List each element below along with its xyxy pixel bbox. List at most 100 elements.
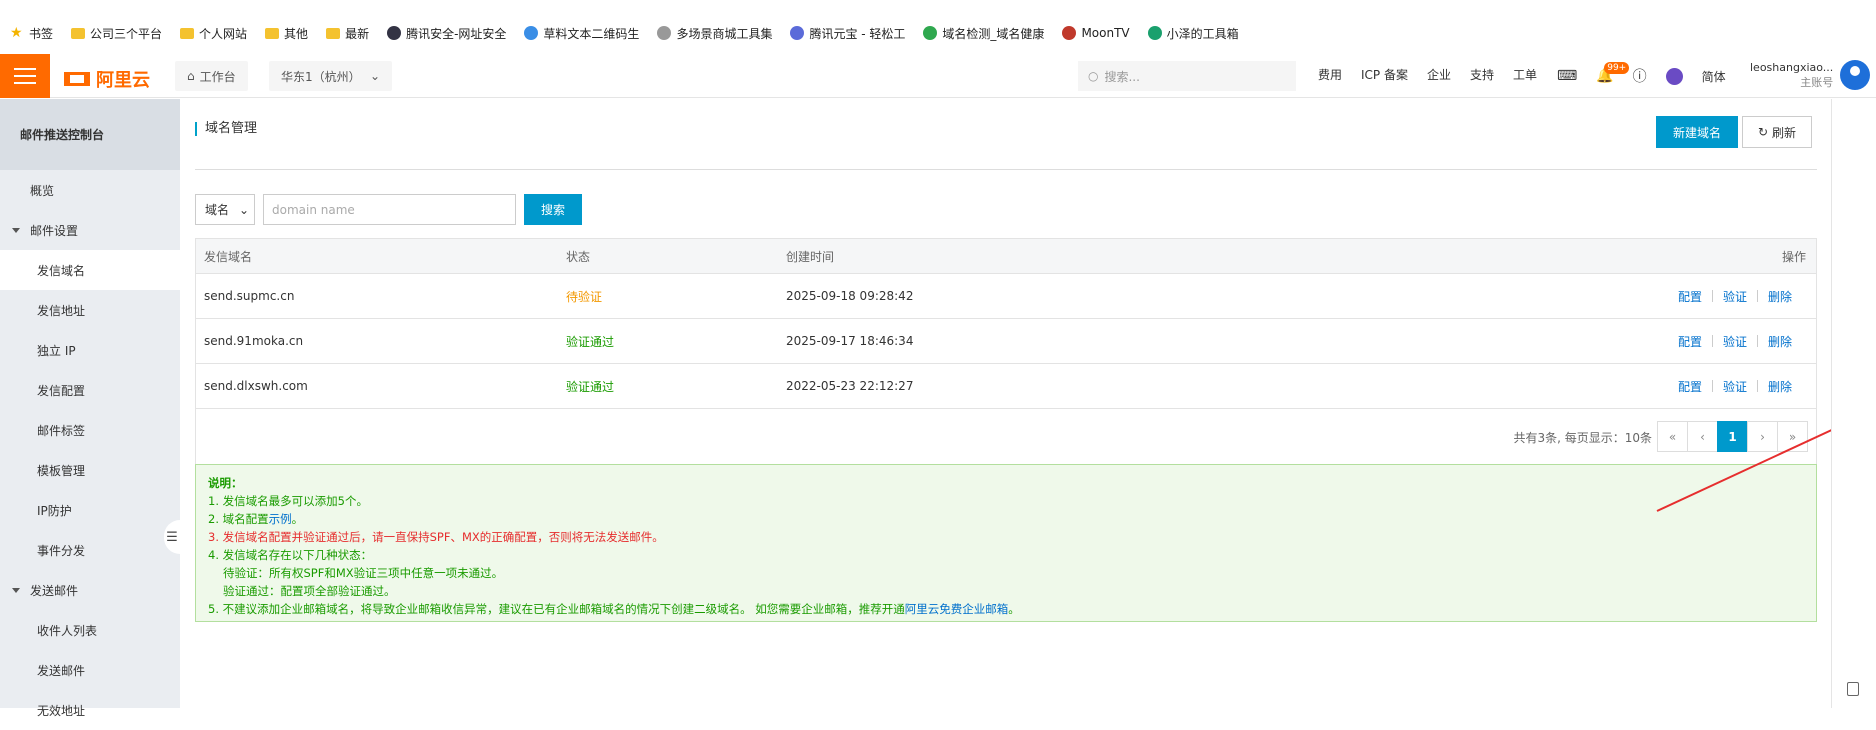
- free-enterprise-mail-link[interactable]: 阿里云免费企业邮箱: [905, 602, 1009, 616]
- notice-line-4a: 待验证：所有权SPF和MX验证三项中任意一项未通过。: [223, 566, 504, 580]
- bell-icon[interactable]: 🔔 99+: [1596, 62, 1630, 84]
- sidebar-item-label: 邮件设置: [30, 223, 79, 238]
- verify-link[interactable]: 验证: [1713, 333, 1757, 350]
- region-label: 华东1（杭州）: [281, 69, 361, 84]
- bookmark-item[interactable]: 多场景商城工具集: [657, 24, 772, 42]
- bookmark-item[interactable]: 腾讯元宝 - 轻松工: [790, 24, 905, 42]
- search-button[interactable]: 搜索: [524, 194, 582, 225]
- bookmark-item[interactable]: 腾讯安全-网址安全: [387, 24, 506, 42]
- sidebar-item[interactable]: 事件分发: [0, 530, 180, 570]
- sidebar-item[interactable]: 发信域名: [0, 250, 180, 290]
- delete-link[interactable]: 删除: [1758, 378, 1802, 395]
- tencent-security-icon: [387, 26, 402, 40]
- sidebar-item[interactable]: 发送邮件: [0, 650, 180, 690]
- filter-select[interactable]: 域名 ⌄: [195, 194, 255, 225]
- sidebar-group[interactable]: 发送邮件: [0, 570, 180, 610]
- bookmark-item[interactable]: 小泽的工具箱: [1147, 24, 1239, 42]
- created-time-cell: 2025-09-17 18:46:34: [786, 334, 914, 348]
- column-header-domain: 发信域名: [204, 249, 253, 264]
- verify-link[interactable]: 验证: [1713, 288, 1757, 305]
- chevron-down-icon: ⌄: [239, 202, 250, 217]
- status-badge: 验证通过: [566, 334, 615, 349]
- bookmark-item[interactable]: 个人网站: [180, 24, 247, 42]
- help-icon[interactable]: ⓘ: [1633, 66, 1647, 86]
- row-actions: 配置 验证 删除: [1286, 288, 1816, 305]
- sidebar-item[interactable]: 模板管理: [0, 450, 180, 490]
- notice-box: 说明： 1. 发信域名最多可以添加5个。 2. 域名配置示例。 3. 发信域名配…: [195, 464, 1817, 622]
- sidebar-item-label: 发信域名: [37, 263, 86, 278]
- table-row: send.supmc.cn 待验证 2025-09-18 09:28:42 配置 验证删…: [196, 274, 1816, 319]
- folder-icon: [180, 27, 195, 39]
- sidebar-item[interactable]: 收件人列表: [0, 610, 180, 650]
- menu-icon[interactable]: [0, 54, 50, 98]
- terminal-icon[interactable]: ⌨: [1557, 68, 1577, 84]
- nav-link[interactable]: 支持: [1470, 66, 1494, 83]
- app-icon[interactable]: [1665, 67, 1683, 85]
- table-row: send.dlxswh.com 验证通过 2022-05-23 22:12:27 配置…: [196, 364, 1816, 409]
- page-button[interactable]: 1: [1717, 421, 1748, 452]
- prev-page-button[interactable]: ‹: [1687, 421, 1718, 452]
- document-icon[interactable]: [1847, 682, 1859, 696]
- configure-link[interactable]: 配置: [1668, 288, 1712, 305]
- sidebar-item[interactable]: 概览: [0, 170, 180, 210]
- nav-link[interactable]: 工单: [1513, 66, 1537, 83]
- domain-cell: send.dlxswh.com: [204, 379, 308, 393]
- bookmark-label: 腾讯安全-网址安全: [406, 26, 507, 41]
- sidebar-item[interactable]: 独立 IP: [0, 330, 180, 370]
- new-domain-button[interactable]: 新建域名: [1656, 116, 1738, 148]
- example-link[interactable]: 示例: [269, 512, 292, 526]
- global-search-input[interactable]: ○ 搜索...: [1078, 61, 1296, 91]
- chevron-down-icon: ⌄: [369, 69, 380, 83]
- moontv-icon: [1062, 26, 1077, 40]
- delete-link[interactable]: 删除: [1758, 288, 1802, 305]
- qrcode-icon: [524, 26, 539, 40]
- bookmark-item[interactable]: ★ 书签: [10, 24, 53, 42]
- configure-link[interactable]: 配置: [1668, 378, 1712, 395]
- workbench-button[interactable]: ⌂ 工作台: [175, 61, 248, 91]
- sidebar-group[interactable]: 邮件设置: [0, 210, 180, 250]
- refresh-button[interactable]: ↻ 刷新: [1742, 116, 1812, 148]
- sidebar-item[interactable]: 无效地址: [0, 690, 180, 730]
- bookmark-item[interactable]: 域名检测_域名健康: [923, 24, 1044, 42]
- nav-link[interactable]: 企业: [1427, 66, 1451, 83]
- next-page-button[interactable]: ›: [1747, 421, 1778, 452]
- row-actions: 配置 验证 删除: [1286, 378, 1816, 395]
- sidebar-item[interactable]: 发信地址: [0, 290, 180, 330]
- domain-cell: send.91moka.cn: [204, 334, 304, 348]
- delete-link[interactable]: 删除: [1758, 333, 1802, 350]
- sidebar-item-label: 无效地址: [37, 703, 86, 718]
- notice-line-4b: 验证通过：配置项全部验证通过。: [223, 584, 396, 598]
- bookmark-label: 小泽的工具箱: [1166, 26, 1239, 41]
- bookmark-item[interactable]: 公司三个平台: [71, 24, 162, 42]
- avatar[interactable]: [1840, 60, 1870, 90]
- table-row: send.91moka.cn 验证通过 2025-09-17 18:46:34 配置验…: [196, 319, 1816, 364]
- region-select[interactable]: 华东1（杭州） ⌄: [269, 61, 392, 91]
- sidebar-item[interactable]: IP防护: [0, 490, 180, 530]
- column-header-status: 状态: [566, 249, 591, 264]
- sidebar-item-label: 事件分发: [37, 543, 86, 558]
- bookmark-label: 腾讯元宝 - 轻松工: [809, 26, 906, 41]
- account-type: 主账号: [1800, 76, 1834, 89]
- nav-link[interactable]: ICP 备案: [1361, 66, 1408, 83]
- search-icon: ○: [1088, 69, 1099, 83]
- last-page-button[interactable]: »: [1777, 421, 1808, 452]
- sidebar-item[interactable]: 邮件标签: [0, 410, 180, 450]
- bookmark-item[interactable]: 其他: [265, 24, 308, 42]
- bookmark-item[interactable]: MoonTV: [1062, 24, 1130, 42]
- row-actions: 配置 验证 删除: [1286, 333, 1816, 350]
- toolbox-icon: [1147, 26, 1162, 40]
- first-page-button[interactable]: «: [1657, 421, 1688, 452]
- notice-line-2-end: 。: [291, 512, 304, 526]
- configure-link[interactable]: 配置: [1668, 333, 1712, 350]
- sidebar-item-label: 模板管理: [37, 463, 86, 478]
- bookmark-item[interactable]: 最新: [326, 24, 369, 42]
- sidebar-item[interactable]: 发信配置: [0, 370, 180, 410]
- verify-link[interactable]: 验证: [1713, 378, 1757, 395]
- bookmark-item[interactable]: 草料文本二维码生: [524, 24, 639, 42]
- aliyun-logo[interactable]: 阿里云: [64, 66, 150, 92]
- nav-link[interactable]: 费用: [1318, 66, 1342, 83]
- domain-search-input[interactable]: domain name: [263, 194, 516, 225]
- user-info[interactable]: leoshangxiao... 主账号: [1750, 60, 1833, 90]
- sidebar-item-label: IP防护: [37, 503, 72, 518]
- language-switch[interactable]: 简体: [1702, 68, 1726, 85]
